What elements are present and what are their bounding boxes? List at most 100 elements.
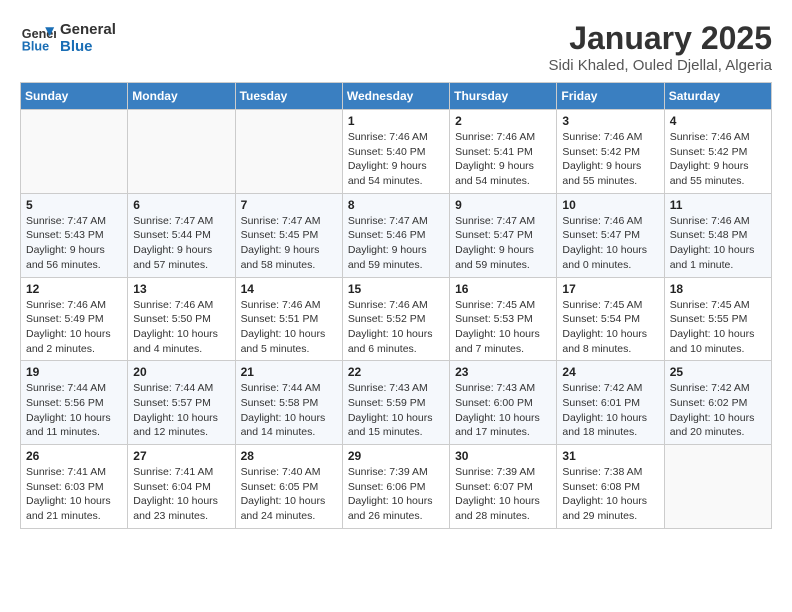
day-number: 20 — [133, 365, 229, 379]
day-info: Sunrise: 7:47 AMSunset: 5:44 PMDaylight:… — [133, 214, 229, 273]
calendar-cell: 9 Sunrise: 7:47 AMSunset: 5:47 PMDaylight… — [450, 193, 557, 277]
day-info: Sunrise: 7:44 AMSunset: 5:56 PMDaylight:… — [26, 381, 122, 440]
day-number: 15 — [348, 282, 444, 296]
calendar-week-row: 5Sunrise: 7:47 AMSunset: 5:43 PMDaylight… — [21, 193, 772, 277]
day-number: 9 — [455, 198, 551, 212]
day-number: 1 — [348, 114, 444, 128]
calendar-cell: 7Sunrise: 7:47 AMSunset: 5:45 PMDaylight… — [235, 193, 342, 277]
calendar-cell: 16Sunrise: 7:45 AMSunset: 5:53 PMDayligh… — [450, 277, 557, 361]
calendar-cell: 30 Sunrise: 7:39 AMSunset: 6:07 PMDayligh… — [450, 445, 557, 529]
day-number: 19 — [26, 365, 122, 379]
day-info: Sunrise: 7:42 AMSunset: 6:02 PMDaylight:… — [670, 381, 766, 440]
day-info: Sunrise: 7:45 AMSunset: 5:55 PMDaylight:… — [670, 298, 766, 357]
header-sunday: Sunday — [21, 83, 128, 110]
calendar-cell: 25Sunrise: 7:42 AMSunset: 6:02 PMDayligh… — [664, 361, 771, 445]
calendar-cell — [21, 110, 128, 194]
logo-icon: General Blue — [20, 20, 56, 56]
day-number: 31 — [562, 449, 658, 463]
calendar-week-row: 19 Sunrise: 7:44 AMSunset: 5:56 PMDayligh… — [21, 361, 772, 445]
day-info: Sunrise: 7:42 AMSunset: 6:01 PMDaylight:… — [562, 381, 658, 440]
day-info: Sunrise: 7:43 AMSunset: 5:59 PMDaylight:… — [348, 381, 444, 440]
day-number: 24 — [562, 365, 658, 379]
day-number: 17 — [562, 282, 658, 296]
day-number: 18 — [670, 282, 766, 296]
header-tuesday: Tuesday — [235, 83, 342, 110]
day-info: Sunrise: 7:46 AMSunset: 5:40 PMDaylight:… — [348, 130, 444, 189]
day-info: Sunrise: 7:46 AMSunset: 5:48 PMDaylight:… — [670, 214, 766, 273]
calendar-cell — [664, 445, 771, 529]
day-info: Sunrise: 7:41 AMSunset: 6:03 PMDaylight:… — [26, 465, 122, 524]
calendar-cell: 24 Sunrise: 7:42 AMSunset: 6:01 PMDayligh… — [557, 361, 664, 445]
day-info: Sunrise: 7:43 AMSunset: 6:00 PMDaylight:… — [455, 381, 551, 440]
day-number: 4 — [670, 114, 766, 128]
day-info: Sunrise: 7:46 AMSunset: 5:51 PMDaylight:… — [241, 298, 337, 357]
day-info: Sunrise: 7:40 AMSunset: 6:05 PMDaylight:… — [241, 465, 337, 524]
day-number: 8 — [348, 198, 444, 212]
calendar-cell: 15 Sunrise: 7:46 AMSunset: 5:52 PMDayligh… — [342, 277, 449, 361]
day-number: 6 — [133, 198, 229, 212]
day-info: Sunrise: 7:39 AMSunset: 6:07 PMDaylight:… — [455, 465, 551, 524]
calendar-table: SundayMondayTuesdayWednesdayThursdayFrid… — [20, 82, 772, 529]
day-number: 26 — [26, 449, 122, 463]
day-number: 13 — [133, 282, 229, 296]
day-info: Sunrise: 7:47 AMSunset: 5:47 PMDaylight:… — [455, 214, 551, 273]
day-info: Sunrise: 7:47 AMSunset: 5:46 PMDaylight:… — [348, 214, 444, 273]
day-info: Sunrise: 7:44 AMSunset: 5:57 PMDaylight:… — [133, 381, 229, 440]
header-saturday: Saturday — [664, 83, 771, 110]
calendar-cell: 23 Sunrise: 7:43 AMSunset: 6:00 PMDayligh… — [450, 361, 557, 445]
svg-text:Blue: Blue — [22, 40, 49, 54]
day-number: 22 — [348, 365, 444, 379]
calendar-cell: 27Sunrise: 7:41 AMSunset: 6:04 PMDayligh… — [128, 445, 235, 529]
day-number: 23 — [455, 365, 551, 379]
day-number: 16 — [455, 282, 551, 296]
calendar-cell: 12Sunrise: 7:46 AMSunset: 5:49 PMDayligh… — [21, 277, 128, 361]
day-info: Sunrise: 7:46 AMSunset: 5:41 PMDaylight:… — [455, 130, 551, 189]
calendar-cell: 1 Sunrise: 7:46 AMSunset: 5:40 PMDaylight… — [342, 110, 449, 194]
calendar-week-row: 12Sunrise: 7:46 AMSunset: 5:49 PMDayligh… — [21, 277, 772, 361]
day-info: Sunrise: 7:41 AMSunset: 6:04 PMDaylight:… — [133, 465, 229, 524]
calendar-cell: 19 Sunrise: 7:44 AMSunset: 5:56 PMDayligh… — [21, 361, 128, 445]
calendar-cell: 11 Sunrise: 7:46 AMSunset: 5:48 PMDayligh… — [664, 193, 771, 277]
day-info: Sunrise: 7:46 AMSunset: 5:42 PMDaylight:… — [670, 130, 766, 189]
calendar-cell: 13Sunrise: 7:46 AMSunset: 5:50 PMDayligh… — [128, 277, 235, 361]
logo: General Blue General Blue — [20, 20, 116, 56]
header-thursday: Thursday — [450, 83, 557, 110]
day-number: 12 — [26, 282, 122, 296]
day-number: 11 — [670, 198, 766, 212]
calendar-cell: 28Sunrise: 7:40 AMSunset: 6:05 PMDayligh… — [235, 445, 342, 529]
day-number: 29 — [348, 449, 444, 463]
day-number: 7 — [241, 198, 337, 212]
calendar-cell — [235, 110, 342, 194]
day-info: Sunrise: 7:46 AMSunset: 5:52 PMDaylight:… — [348, 298, 444, 357]
month-title: January 2025 — [549, 20, 772, 57]
logo-line1: General — [60, 21, 116, 38]
calendar-cell: 4 Sunrise: 7:46 AMSunset: 5:42 PMDaylight… — [664, 110, 771, 194]
day-info: Sunrise: 7:46 AMSunset: 5:47 PMDaylight:… — [562, 214, 658, 273]
day-info: Sunrise: 7:46 AMSunset: 5:42 PMDaylight:… — [562, 130, 658, 189]
day-info: Sunrise: 7:45 AMSunset: 5:54 PMDaylight:… — [562, 298, 658, 357]
day-number: 30 — [455, 449, 551, 463]
header-monday: Monday — [128, 83, 235, 110]
header-friday: Friday — [557, 83, 664, 110]
calendar-cell: 29Sunrise: 7:39 AMSunset: 6:06 PMDayligh… — [342, 445, 449, 529]
calendar-cell: 18 Sunrise: 7:45 AMSunset: 5:55 PMDayligh… — [664, 277, 771, 361]
day-info: Sunrise: 7:38 AMSunset: 6:08 PMDaylight:… — [562, 465, 658, 524]
title-area: January 2025 Sidi Khaled, Ouled Djellal,… — [549, 20, 772, 74]
day-number: 5 — [26, 198, 122, 212]
calendar-cell: 10 Sunrise: 7:46 AMSunset: 5:47 PMDayligh… — [557, 193, 664, 277]
header-wednesday: Wednesday — [342, 83, 449, 110]
calendar-cell: 5Sunrise: 7:47 AMSunset: 5:43 PMDaylight… — [21, 193, 128, 277]
calendar-cell: 22 Sunrise: 7:43 AMSunset: 5:59 PMDayligh… — [342, 361, 449, 445]
calendar-week-row: 1 Sunrise: 7:46 AMSunset: 5:40 PMDaylight… — [21, 110, 772, 194]
calendar-cell: 26 Sunrise: 7:41 AMSunset: 6:03 PMDayligh… — [21, 445, 128, 529]
header: General Blue General Blue January 2025 S… — [20, 20, 772, 74]
calendar-cell: 2 Sunrise: 7:46 AMSunset: 5:41 PMDaylight… — [450, 110, 557, 194]
calendar-cell: 3 Sunrise: 7:46 AMSunset: 5:42 PMDaylight… — [557, 110, 664, 194]
day-number: 10 — [562, 198, 658, 212]
calendar-cell: 31 Sunrise: 7:38 AMSunset: 6:08 PMDayligh… — [557, 445, 664, 529]
calendar-week-row: 26 Sunrise: 7:41 AMSunset: 6:03 PMDayligh… — [21, 445, 772, 529]
day-number: 21 — [241, 365, 337, 379]
location-subtitle: Sidi Khaled, Ouled Djellal, Algeria — [549, 57, 772, 74]
day-number: 2 — [455, 114, 551, 128]
day-number: 3 — [562, 114, 658, 128]
